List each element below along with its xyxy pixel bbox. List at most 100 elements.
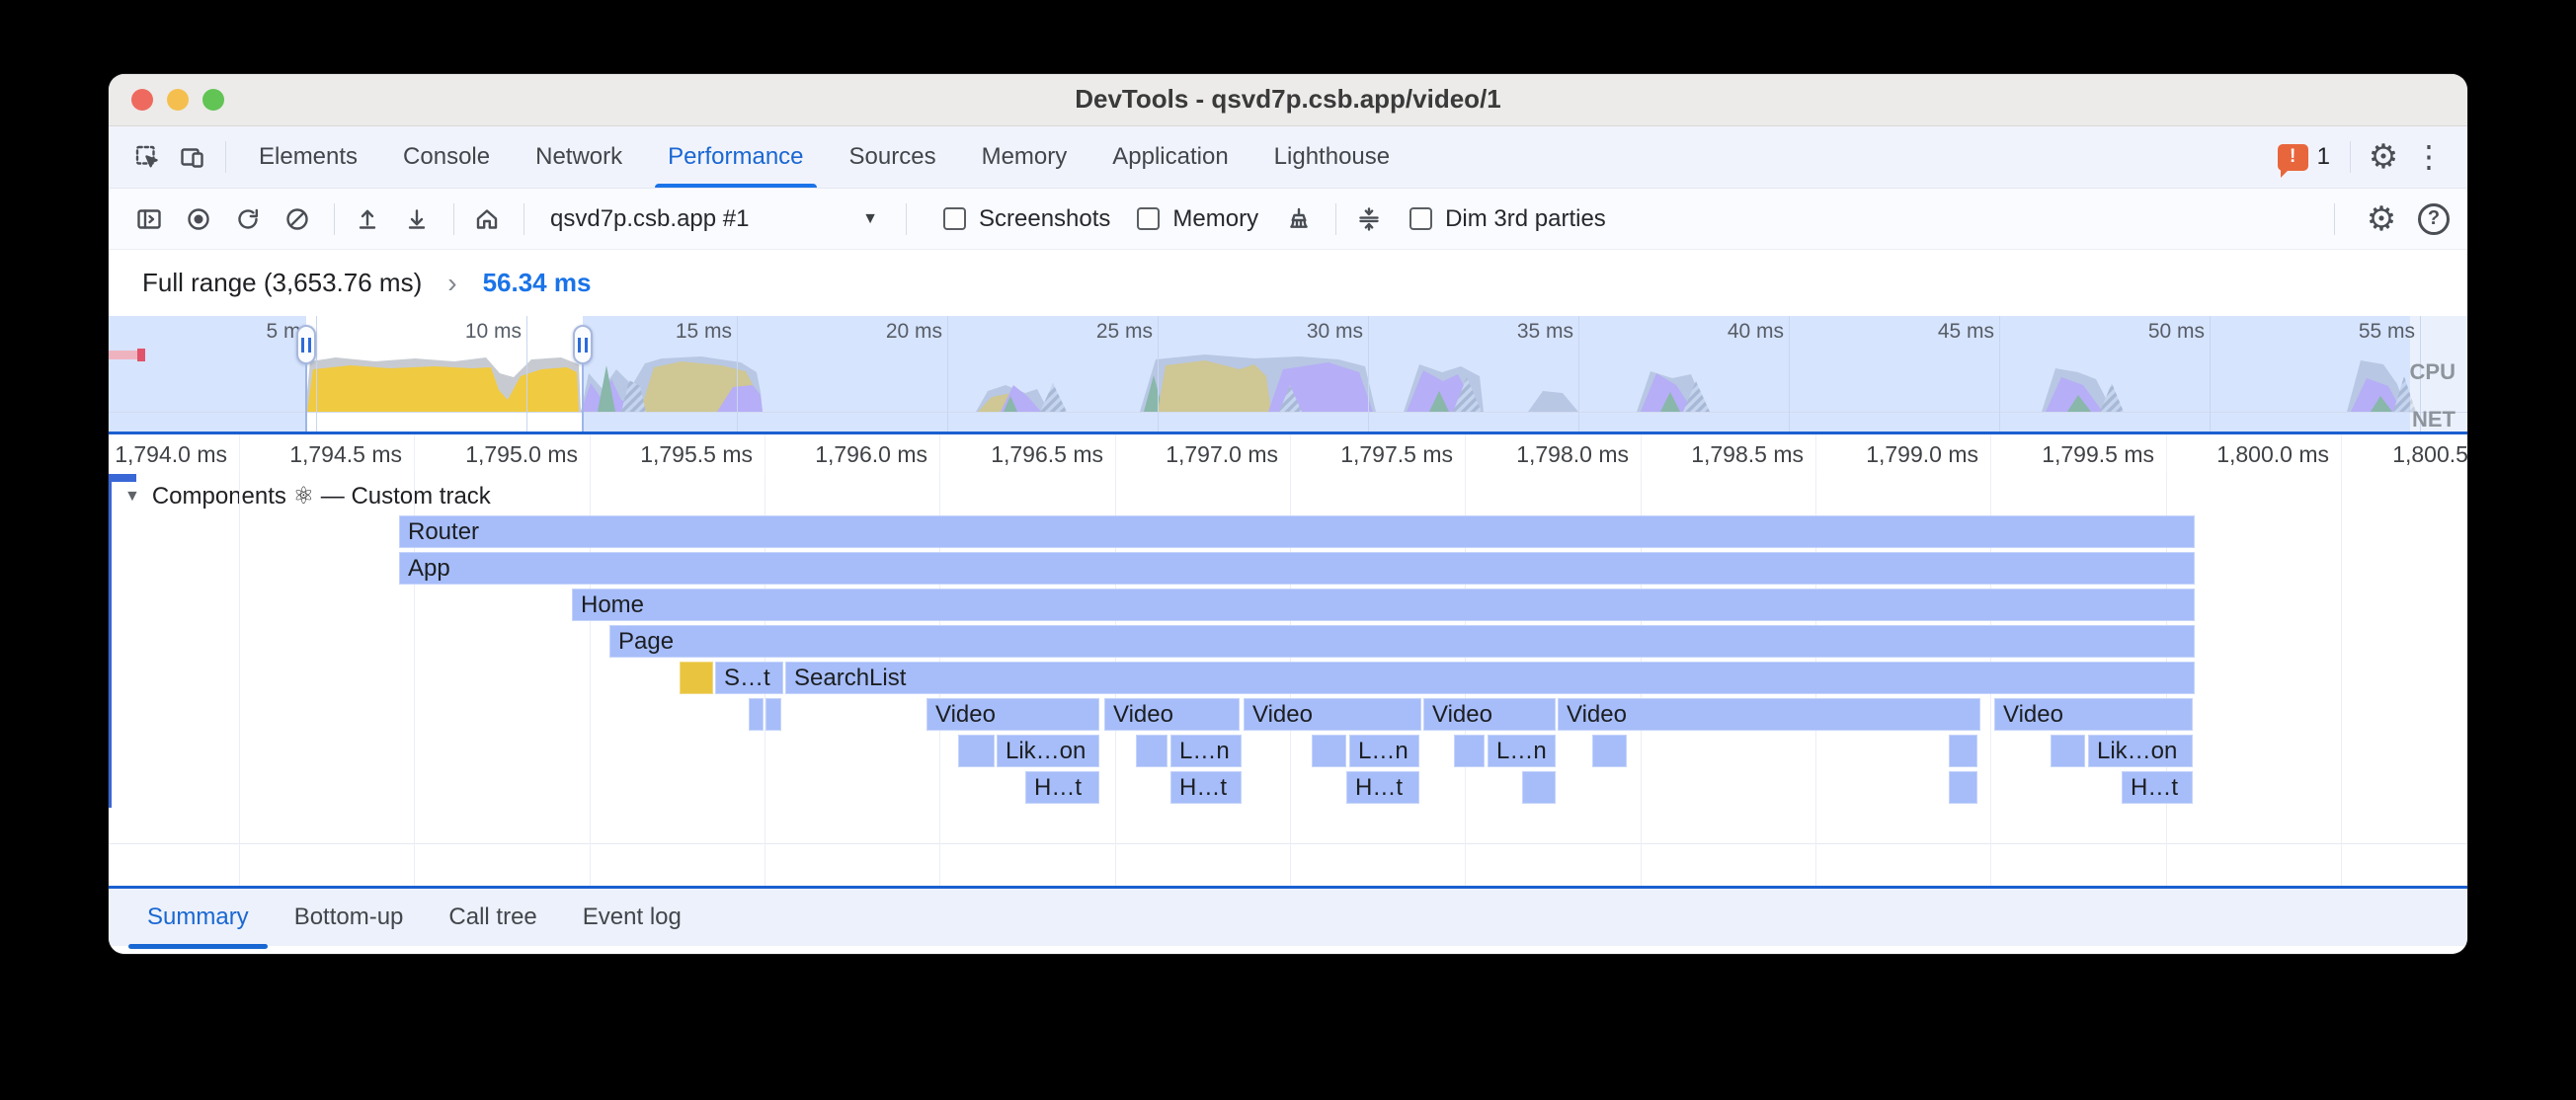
minimap-gridline	[1158, 316, 1159, 432]
flame-bar-ln[interactable]: L…n	[1488, 735, 1556, 767]
cpu-track-label: CPU	[2410, 359, 2455, 385]
ruler-time-label: 1,798.5 ms	[1691, 441, 1804, 468]
device-toolbar-icon[interactable]	[170, 134, 215, 180]
ruler-gridline	[1990, 434, 1991, 474]
download-profile-icon[interactable]	[394, 196, 440, 242]
minimap-time-label: 15 ms	[676, 320, 732, 344]
flame-bar-video[interactable]: Video	[1104, 698, 1240, 731]
timeline-minimap[interactable]: 5 ms10 ms15 ms20 ms25 ms30 ms35 ms40 ms4…	[109, 316, 2467, 434]
checkbox-box	[1137, 207, 1160, 230]
flame-bar-ht[interactable]: H…t	[2122, 771, 2193, 804]
flame-bar-st[interactable]: S…t	[715, 662, 783, 694]
flame-bar[interactable]	[1522, 771, 1556, 804]
flame-bar-searchlist[interactable]: SearchList	[785, 662, 2195, 694]
flame-bar[interactable]	[1454, 735, 1485, 767]
tab-sources[interactable]: Sources	[827, 126, 959, 188]
tab-network[interactable]: Network	[513, 126, 645, 188]
capture-settings-icon[interactable]: ⚙	[2359, 196, 2404, 242]
flame-bar-ht[interactable]: H…t	[1346, 771, 1419, 804]
flame-bar[interactable]	[1949, 771, 1977, 804]
clear-icon[interactable]	[275, 196, 320, 242]
ruler-gridline	[1465, 434, 1466, 474]
details-tab-summary[interactable]: Summary	[124, 889, 272, 946]
collect-garbage-icon[interactable]	[1276, 196, 1322, 242]
minimize-window-button[interactable]	[167, 89, 189, 111]
flame-bar-ht[interactable]: H…t	[1170, 771, 1242, 804]
dim-3rd-parties-checkbox[interactable]: Dim 3rd parties	[1409, 205, 1606, 233]
flame-bar[interactable]	[1592, 735, 1627, 767]
ruler-gridline	[239, 434, 240, 474]
flame-bar-video[interactable]: Video	[1244, 698, 1421, 731]
ruler-time-label: 1,796.5 ms	[991, 441, 1103, 468]
full-range-crumb[interactable]: Full range (3,653.76 ms)	[142, 268, 422, 298]
flame-bar-video[interactable]: Video	[1994, 698, 2193, 731]
fullscreen-window-button[interactable]	[202, 89, 224, 111]
track-selection-edge	[109, 474, 112, 808]
minimap-left-handle[interactable]	[296, 325, 316, 364]
flame-chart[interactable]: ▼ Components ⚛ — Custom track Router App H…	[109, 474, 2467, 886]
range-breadcrumb: Full range (3,653.76 ms) › 56.34 ms	[109, 249, 2467, 316]
issues-button[interactable]: ! 1	[2268, 143, 2340, 171]
divider	[523, 203, 524, 235]
flame-gridline	[2341, 474, 2342, 886]
flame-bar[interactable]	[1136, 735, 1167, 767]
issues-count: 1	[2317, 143, 2330, 171]
flame-bar-ht[interactable]: H…t	[1025, 771, 1099, 804]
performance-toolbar: qsvd7p.csb.app #1 ▼ Screenshots Memory	[109, 188, 2467, 249]
flame-bar[interactable]	[680, 662, 713, 694]
flame-bar-video[interactable]: Video	[926, 698, 1099, 731]
tab-console[interactable]: Console	[380, 126, 513, 188]
collapse-track-icon[interactable]: ▼	[124, 488, 140, 506]
flame-bar[interactable]	[958, 735, 995, 767]
close-window-button[interactable]	[131, 89, 153, 111]
ruler-gridline	[2166, 434, 2167, 474]
settings-icon[interactable]: ⚙	[2361, 134, 2406, 180]
shortcuts-dialog-icon[interactable]	[1346, 196, 1392, 242]
issues-icon: !	[2278, 144, 2308, 171]
inspect-icon[interactable]	[124, 134, 170, 180]
flame-bar[interactable]	[749, 698, 764, 731]
minimap-right-handle[interactable]	[573, 325, 593, 364]
details-tab-call-tree[interactable]: Call tree	[426, 889, 559, 946]
flame-bar-app[interactable]: App	[399, 552, 2195, 585]
target-selector[interactable]: qsvd7p.csb.app #1 ▼	[544, 205, 892, 233]
flame-bar[interactable]	[765, 698, 781, 731]
home-icon[interactable]	[464, 196, 510, 242]
tab-application[interactable]: Application	[1089, 126, 1250, 188]
ruler-time-label: 1,797.5 ms	[1340, 441, 1453, 468]
record-and-reload-icon[interactable]	[225, 196, 271, 242]
checkbox-label: Screenshots	[979, 205, 1110, 233]
selected-range-crumb[interactable]: 56.34 ms	[483, 268, 592, 298]
tab-performance[interactable]: Performance	[645, 126, 826, 188]
flame-bar[interactable]	[1949, 735, 1977, 767]
record-icon[interactable]	[176, 196, 221, 242]
flame-bar-router[interactable]: Router	[399, 515, 2195, 548]
flame-bar[interactable]	[2051, 735, 2085, 767]
flame-bar-ln[interactable]: L…n	[1349, 735, 1419, 767]
memory-checkbox[interactable]: Memory	[1137, 205, 1258, 233]
tab-memory[interactable]: Memory	[959, 126, 1090, 188]
flame-bar-likon[interactable]: Lik…on	[2088, 735, 2193, 767]
window-title: DevTools - qsvd7p.csb.app/video/1	[109, 74, 2467, 124]
details-tab-bottom-up[interactable]: Bottom-up	[272, 889, 427, 946]
help-icon[interactable]: ?	[2418, 203, 2450, 235]
upload-profile-icon[interactable]	[345, 196, 390, 242]
tab-lighthouse[interactable]: Lighthouse	[1251, 126, 1412, 188]
track-header[interactable]: ▼ Components ⚛ — Custom track	[124, 482, 491, 511]
flame-bar-home[interactable]: Home	[572, 589, 2195, 621]
screenshots-checkbox[interactable]: Screenshots	[943, 205, 1110, 233]
flame-bar-page[interactable]: Page	[609, 625, 2195, 658]
flame-bar-likon[interactable]: Lik…on	[997, 735, 1099, 767]
details-tab-event-log[interactable]: Event log	[560, 889, 704, 946]
flame-bar[interactable]	[1312, 735, 1346, 767]
more-options-icon[interactable]: ⋮	[2406, 134, 2452, 180]
minimap-time-label: 20 ms	[886, 320, 942, 344]
minimap-gridline	[316, 316, 317, 432]
flame-bar-ln[interactable]: L…n	[1170, 735, 1242, 767]
ruler-gridline	[1115, 434, 1116, 474]
tab-elements[interactable]: Elements	[236, 126, 380, 188]
flame-bar-video[interactable]: Video	[1423, 698, 1556, 731]
toggle-sidebar-icon[interactable]	[126, 196, 172, 242]
divider	[1335, 203, 1336, 235]
flame-bar-video[interactable]: Video	[1558, 698, 1980, 731]
